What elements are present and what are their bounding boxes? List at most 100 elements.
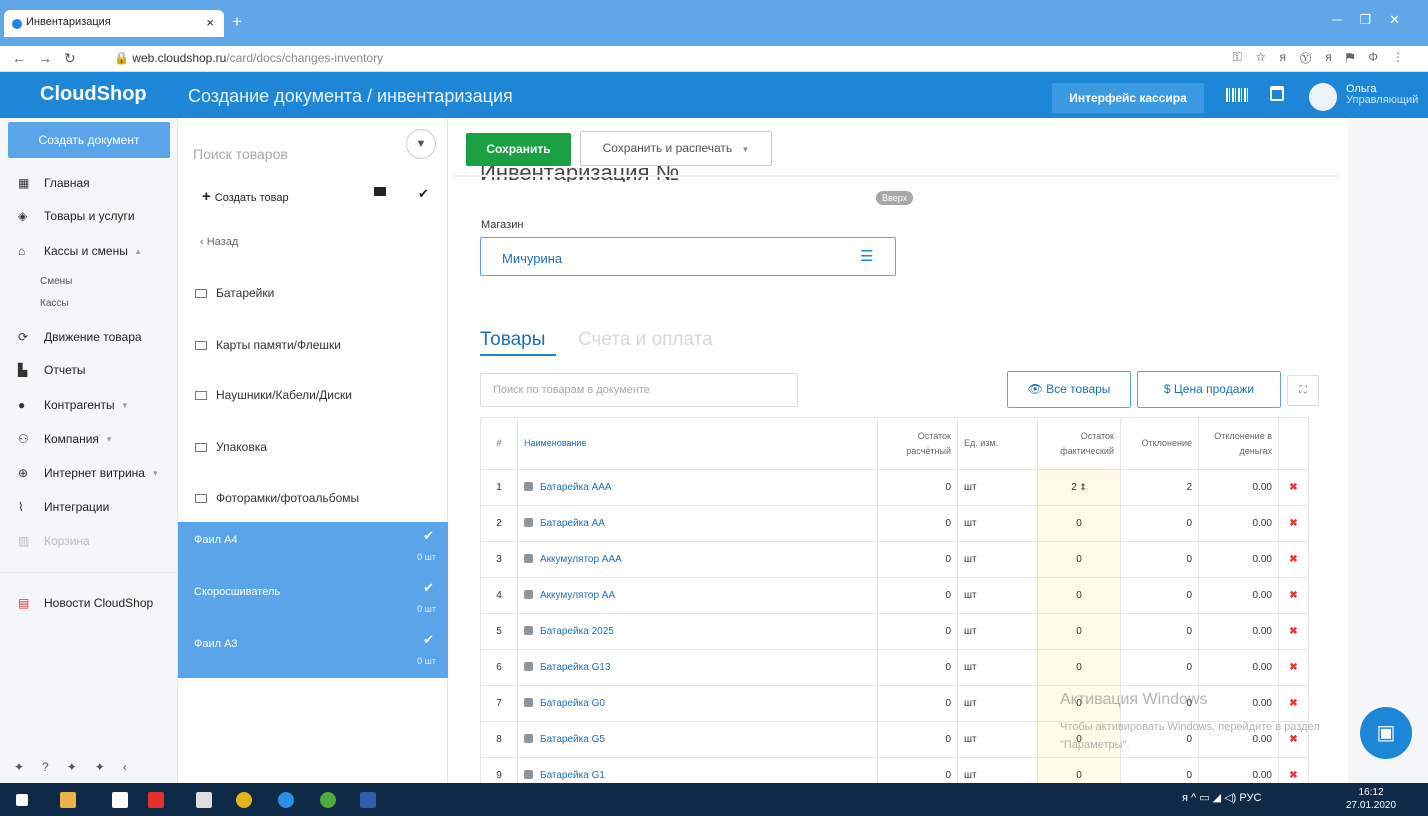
mail-icon[interactable]: [112, 792, 128, 808]
folder-item[interactable]: Батарейки: [195, 286, 274, 300]
folder-item[interactable]: Упаковка: [195, 440, 267, 454]
all-goods-button[interactable]: 👁 Все товары: [1007, 371, 1131, 408]
delete-row-icon[interactable]: ✖: [1278, 469, 1309, 506]
window-controls[interactable]: ─❐✕: [1332, 12, 1418, 28]
tab-close-icon[interactable]: ×: [206, 15, 214, 30]
document-search-input[interactable]: Поиск по товарам в документе: [480, 373, 798, 407]
sidebar-item-contractors[interactable]: ● Контрагенты ▾: [18, 398, 127, 412]
delete-row-icon[interactable]: ✖: [1278, 541, 1309, 578]
sidebar-item-company[interactable]: ⚇ Компания ▾: [18, 432, 111, 446]
logo[interactable]: CloudShop: [40, 83, 147, 106]
col-unit: Ед. изм.: [957, 417, 1038, 470]
deviation: 0: [1120, 613, 1199, 650]
extension-icons[interactable]: ⚿☆яⓎя⚑Φ⋮: [1233, 50, 1418, 65]
product-name[interactable]: Батарейка AA: [517, 505, 878, 542]
actual-stock[interactable]: 0: [1037, 577, 1121, 614]
sidebar-item-integrations[interactable]: ⌇ Интеграции: [18, 500, 109, 514]
filter-icon[interactable]: ▼: [406, 129, 436, 159]
nav-buttons[interactable]: ←→↻: [12, 50, 88, 67]
actual-stock[interactable]: 0: [1037, 649, 1121, 686]
actual-stock[interactable]: 0: [1037, 505, 1121, 542]
delete-row-icon[interactable]: ✖: [1278, 613, 1309, 650]
product-name[interactable]: Аккумулятор AA: [517, 577, 878, 614]
sidebar-item-news[interactable]: ▤ Новости CloudShop: [18, 596, 153, 610]
url-field[interactable]: 🔒 web.cloudshop.ru/card/docs/changes-inv…: [114, 51, 383, 65]
actual-stock[interactable]: 0: [1037, 613, 1121, 650]
tab-goods[interactable]: Товары: [480, 329, 545, 351]
product-search-input[interactable]: Поиск товаров: [193, 146, 288, 162]
clock[interactable]: 16:12 27.01.2020: [1346, 786, 1396, 812]
sidebar-item-trash[interactable]: ▥ Корзина: [18, 534, 90, 548]
sidebar-footer-icons[interactable]: ✦?✦✦‹: [14, 760, 145, 774]
chrome-icon[interactable]: [236, 792, 252, 808]
unit: шт: [957, 469, 1038, 506]
delete-row-icon[interactable]: ✖: [1278, 685, 1309, 722]
calendar-icon[interactable]: [1270, 86, 1284, 101]
folder-label: Батарейки: [216, 286, 275, 300]
delete-row-icon[interactable]: ✖: [1278, 505, 1309, 542]
sidebar-sub-shifts[interactable]: Смены: [40, 276, 72, 287]
product-name[interactable]: Батарейка G13: [517, 649, 878, 686]
folder-item[interactable]: Наушники/Кабели/Диски: [195, 388, 352, 402]
windows-start-icon[interactable]: [16, 794, 28, 806]
save-print-button[interactable]: Сохранить и распечать ▼: [580, 131, 772, 166]
check-icon[interactable]: ✔: [418, 186, 429, 202]
deviation: 0: [1120, 649, 1199, 686]
actual-stock[interactable]: 0: [1037, 541, 1121, 578]
back-button[interactable]: ‹ Назад: [200, 236, 238, 248]
sidebar-item-goods[interactable]: ◈ Товары и услуги: [18, 209, 135, 223]
yandex-icon[interactable]: [148, 792, 164, 808]
explorer-icon[interactable]: [60, 792, 76, 808]
selected-product[interactable]: Фаил А3 ✔ 0 шт: [178, 626, 448, 678]
selected-product[interactable]: Скоросшиватель ✔ 0 шт: [178, 574, 448, 626]
calculator-icon[interactable]: [196, 792, 212, 808]
menu-icon[interactable]: ☰: [860, 247, 873, 265]
folder-item[interactable]: Фоторамки/фотоальбомы: [195, 491, 359, 505]
trash-icon: ▥: [18, 534, 30, 548]
chat-button[interactable]: ▣: [1360, 707, 1412, 759]
sidebar-item-home[interactable]: ▦ Главная: [18, 176, 90, 190]
sidebar-item-registers[interactable]: ⌂ Кассы и смены ▴: [18, 244, 140, 258]
delete-row-icon[interactable]: ✖: [1278, 649, 1309, 686]
scroll-up-badge[interactable]: Вверх: [876, 191, 914, 205]
chevron-down-icon: ▾: [106, 433, 112, 444]
product-name[interactable]: Батарейка G5: [517, 721, 878, 758]
deviation-money: 0.00: [1198, 685, 1279, 722]
tab-bills[interactable]: Счета и оплата: [578, 329, 713, 351]
stepper-icon[interactable]: ⇕: [1077, 482, 1087, 492]
delete-row-icon[interactable]: ✖: [1278, 577, 1309, 614]
save-button[interactable]: Сохранить: [466, 133, 571, 166]
product-name-label: Батарейка G5: [540, 734, 605, 745]
new-tab-button[interactable]: +: [232, 12, 242, 32]
selected-product[interactable]: Фаил А4 ✔ 0 шт: [178, 522, 448, 574]
avatar[interactable]: [1309, 83, 1337, 111]
sidebar-item-movement[interactable]: ⟳ Движение товара: [18, 330, 142, 344]
folder-icon[interactable]: [374, 187, 386, 196]
user-menu[interactable]: Ольга Управляющий: [1346, 84, 1418, 106]
product-name[interactable]: Батарейка G0: [517, 685, 878, 722]
create-product-button[interactable]: + Создать товар: [202, 188, 289, 205]
fullscreen-icon[interactable]: ⛶: [1287, 375, 1319, 406]
word-icon[interactable]: [360, 792, 376, 808]
system-tray[interactable]: ᴙ ^ ▭ ◢ ◁) РУС: [1182, 791, 1261, 804]
barcode-icon[interactable]: [1226, 88, 1248, 102]
folder-item[interactable]: Карты памяти/Флешки: [195, 338, 341, 352]
product-name[interactable]: Батарейка AAA: [517, 469, 878, 506]
product-name[interactable]: Батарейка 2025: [517, 613, 878, 650]
tab-title: Инвентаризация: [26, 16, 111, 28]
page-title: Создание документа / инвентаризация: [188, 86, 513, 106]
create-document-button[interactable]: Создать документ: [8, 122, 170, 158]
sidebar-item-storefront[interactable]: ⊕ Интернет витрина ▾: [18, 466, 157, 480]
cashier-interface-button[interactable]: Интерфейс кассира: [1052, 83, 1204, 113]
actual-stock[interactable]: 2 ⇕: [1037, 469, 1121, 506]
torrent-icon[interactable]: [320, 792, 336, 808]
product-name[interactable]: Аккумулятор AAA: [517, 541, 878, 578]
sale-price-button[interactable]: $ Цена продажи: [1137, 371, 1281, 408]
col-name[interactable]: Наименование: [517, 417, 878, 470]
row-number: 7: [480, 685, 518, 722]
sidebar-sub-registers[interactable]: Кассы: [40, 298, 69, 309]
browser-tab[interactable]: Инвентаризация ×: [4, 10, 224, 37]
sidebar-item-reports[interactable]: ▙ Отчеты: [18, 363, 85, 377]
edge-icon[interactable]: [278, 792, 294, 808]
check-icon: ✔: [423, 632, 434, 647]
